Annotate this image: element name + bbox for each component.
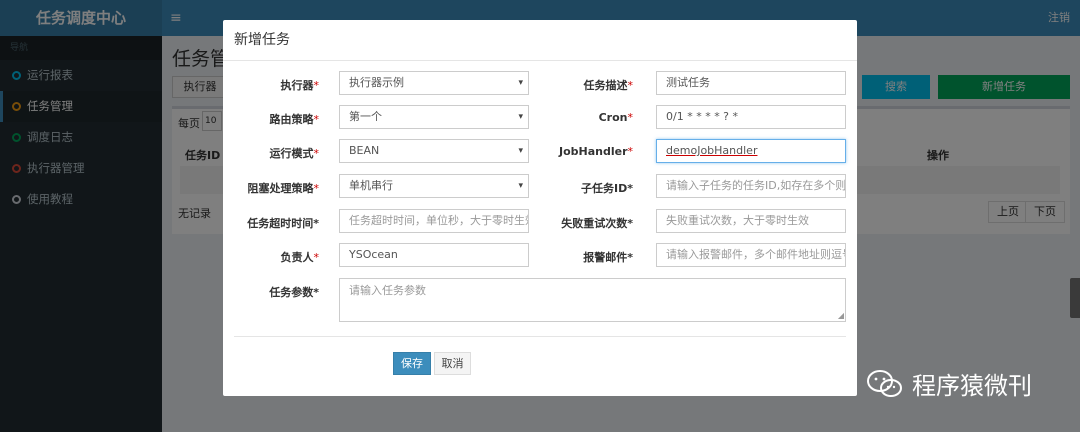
owner-input[interactable]: YSOcean [339, 243, 529, 267]
owner-label: 负责人* [280, 251, 320, 264]
alarm-email-input[interactable]: 请输入报警邮件，多个邮件地址则逗号分隔 [656, 243, 846, 267]
cancel-button[interactable]: 取消 [434, 352, 471, 375]
route-strategy-label: 路由策略* [269, 113, 320, 126]
add-task-modal: 新增任务 执行器* 执行器示例 任务描述* 测试任务 路由策略* 第一个 Cro… [223, 20, 857, 396]
params-placeholder: 请输入任务参数 [349, 284, 426, 297]
child-job-input[interactable]: 请输入子任务的任务ID,如存在多个则逗号分隔 [656, 174, 846, 198]
executor-select[interactable]: 执行器示例 [339, 71, 529, 95]
block-strategy-label: 阻塞处理策略* [247, 182, 320, 195]
timeout-input[interactable]: 任务超时时间，单位秒，大于零时生效 [339, 209, 529, 233]
executor-label: 执行器* [280, 79, 320, 92]
retry-count-input[interactable]: 失败重试次数，大于零时生效 [656, 209, 846, 233]
resize-handle-icon[interactable]: ◢ [838, 312, 844, 320]
jobhandler-label: JobHandler* [558, 145, 633, 158]
params-textarea[interactable]: 请输入任务参数 ◢ [339, 278, 846, 322]
timeout-label: 任务超时时间* [247, 217, 319, 230]
child-job-label: 子任务ID* [581, 182, 633, 195]
retry-count-label: 失败重试次数* [561, 217, 633, 230]
modal-title: 新增任务 [223, 20, 857, 61]
params-label: 任务参数* [269, 286, 319, 299]
jobhandler-value: demoJobHandler [666, 144, 758, 157]
cron-label: Cron* [598, 111, 633, 124]
modal-divider [234, 336, 846, 337]
run-mode-label: 运行模式* [269, 147, 320, 160]
run-mode-select[interactable]: BEAN [339, 139, 529, 163]
watermark: 程序猿微刊 [866, 366, 1032, 401]
cron-input[interactable]: 0/1 * * * * ? * [656, 105, 846, 129]
block-strategy-select[interactable]: 单机串行 [339, 174, 529, 198]
watermark-text: 程序猿微刊 [912, 372, 1032, 400]
task-desc-input[interactable]: 测试任务 [656, 71, 846, 95]
alarm-email-label: 报警邮件* [583, 251, 633, 264]
route-strategy-select[interactable]: 第一个 [339, 105, 529, 129]
save-button[interactable]: 保存 [393, 352, 431, 375]
wechat-icon [867, 369, 902, 397]
jobhandler-input[interactable]: demoJobHandler [656, 139, 846, 163]
side-handle[interactable] [1070, 278, 1080, 318]
task-desc-label: 任务描述* [583, 79, 634, 92]
